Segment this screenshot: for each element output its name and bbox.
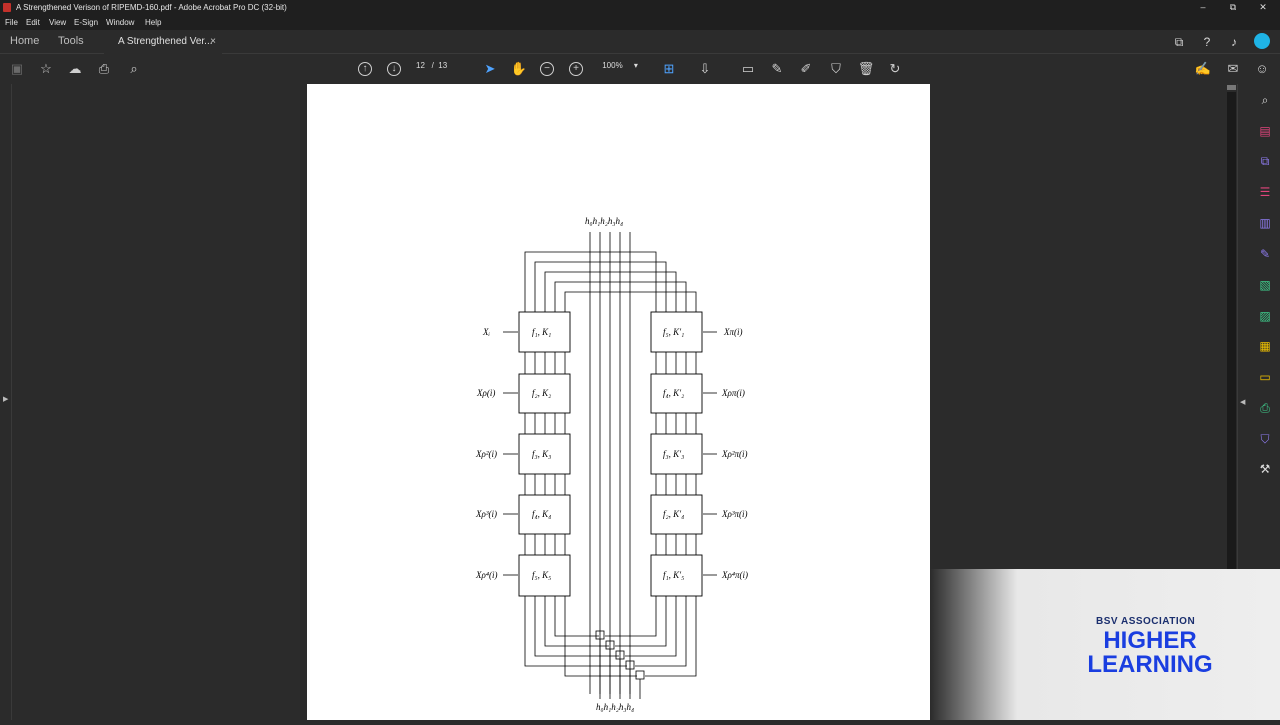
zoom-value[interactable]: 100% bbox=[602, 61, 622, 70]
fit-page-icon[interactable]: ⊞ bbox=[660, 60, 678, 78]
bell-icon[interactable]: ♪ bbox=[1226, 34, 1242, 50]
more-tools-icon[interactable]: ⚒ bbox=[1257, 461, 1273, 477]
upload-cloud-icon[interactable]: ☁ bbox=[66, 60, 84, 78]
rotate-icon[interactable]: ↻ bbox=[886, 60, 904, 78]
hand-tool-icon[interactable]: ✋ bbox=[510, 60, 528, 78]
top-label: h₀h₁h₂h₃h₄ bbox=[585, 216, 623, 226]
tab-close-icon[interactable]: × bbox=[210, 30, 216, 53]
left-input-5: Xρ⁴(i) bbox=[475, 570, 497, 580]
protect-icon[interactable]: ⛉ bbox=[1257, 431, 1273, 447]
fill-sign-icon[interactable]: ✍ bbox=[1194, 60, 1212, 78]
previous-page-icon[interactable]: ↑ bbox=[358, 62, 372, 76]
request-signature-icon[interactable]: ▦ bbox=[1257, 338, 1273, 354]
scroll-up-arrow-icon[interactable] bbox=[1227, 85, 1236, 90]
fill-sign-tool-icon[interactable]: ✎ bbox=[1257, 246, 1273, 262]
right-input-3: Xρ²π(i) bbox=[721, 449, 748, 459]
print-icon[interactable]: ⎙ bbox=[95, 60, 113, 78]
share-user-icon[interactable]: ☺ bbox=[1253, 60, 1271, 78]
tab-document-label: A Strengthened Ver... bbox=[118, 36, 213, 47]
left-box-label-1: f₁, K₁ bbox=[532, 327, 551, 337]
right-input-2: Xρπ(i) bbox=[721, 388, 745, 398]
left-box-label-2: f₂, K₂ bbox=[532, 388, 551, 398]
highlight-pen-icon[interactable]: ✎ bbox=[768, 60, 786, 78]
zoom-search-icon[interactable]: ⌕ bbox=[125, 60, 143, 78]
star-icon[interactable]: ☆ bbox=[37, 60, 55, 78]
stamp-icon[interactable]: ⛉ bbox=[827, 60, 845, 78]
menu-edit[interactable]: Edit bbox=[26, 15, 40, 30]
share-screen-icon[interactable]: ⧉ bbox=[1171, 34, 1187, 50]
comment-icon[interactable]: ▭ bbox=[739, 60, 757, 78]
menu-help[interactable]: Help bbox=[145, 15, 161, 30]
menu-file[interactable]: File bbox=[5, 15, 18, 30]
zoom-out-icon[interactable]: − bbox=[540, 62, 554, 76]
banner-title: HIGHER LEARNING bbox=[1080, 629, 1220, 677]
banner-association: BSV ASSOCIATION bbox=[1096, 616, 1196, 627]
help-icon[interactable]: ? bbox=[1199, 34, 1215, 50]
save-icon[interactable]: ▣ bbox=[8, 60, 26, 78]
scan-ocr-icon[interactable]: ▨ bbox=[1257, 308, 1273, 324]
left-box-label-3: f₃, K₃ bbox=[532, 449, 551, 459]
left-input-2: Xρ(i) bbox=[476, 388, 495, 398]
page-number-box[interactable]: 12 / 13 bbox=[416, 61, 447, 70]
edit-pdf-icon[interactable]: ▥ bbox=[1257, 215, 1273, 231]
combine-files-icon[interactable]: ⧉ bbox=[1257, 153, 1273, 169]
avatar[interactable] bbox=[1254, 33, 1270, 49]
bsv-watermark: BSV ASSOCIATION HIGHER LEARNING bbox=[930, 569, 1280, 720]
title-bar: A Strengthened Verison of RIPEMD-160.pdf… bbox=[0, 0, 1280, 15]
draw-icon[interactable]: ✐ bbox=[797, 60, 815, 78]
delete-icon[interactable]: 🗑 bbox=[857, 60, 875, 78]
right-input-1: Xπ(i) bbox=[723, 327, 743, 337]
email-icon[interactable]: ✉ bbox=[1224, 60, 1242, 78]
right-input-5: Xρ⁴π(i) bbox=[721, 570, 748, 580]
right-box-label-1: f₅, K′₁ bbox=[663, 327, 684, 337]
right-input-4: Xρ³π(i) bbox=[721, 509, 748, 519]
chevron-down-icon[interactable]: ▾ bbox=[634, 61, 638, 70]
print-production-icon[interactable]: ⎙ bbox=[1257, 400, 1273, 416]
page-current[interactable]: 12 bbox=[416, 61, 425, 70]
collapse-right-pane-icon[interactable]: ◀ bbox=[1240, 398, 1245, 406]
restore-button[interactable]: ⧉ bbox=[1216, 0, 1250, 15]
tab-tools[interactable]: Tools bbox=[58, 30, 84, 53]
banner-higher: HIGHER bbox=[1103, 627, 1197, 654]
right-box-label-3: f₃, K′₃ bbox=[663, 449, 684, 459]
zoom-in-icon[interactable]: + bbox=[569, 62, 583, 76]
zoom-dropdown[interactable]: 100% ▾ bbox=[600, 61, 638, 70]
page-total: 13 bbox=[438, 61, 448, 70]
minimize-button[interactable]: – bbox=[1186, 0, 1220, 15]
menu-window[interactable]: Window bbox=[106, 15, 134, 30]
tab-home[interactable]: Home bbox=[10, 30, 39, 53]
comment-tool-icon[interactable]: ▭ bbox=[1257, 369, 1273, 385]
left-input-1: Xᵢ bbox=[482, 327, 490, 337]
right-box-label-5: f₁, K′₅ bbox=[663, 570, 684, 580]
left-box-label-5: f₅, K₅ bbox=[532, 570, 551, 580]
expand-left-pane-icon[interactable]: ▶ bbox=[3, 395, 8, 403]
right-box-label-4: f₂, K′₄ bbox=[663, 509, 684, 519]
pdf-page: h₀h₁h₂h₃h₄ h₀h₁h₂h₃h₄ f₁, K₁ f₂, K₂ f₃, … bbox=[307, 84, 930, 720]
export-pdf-icon[interactable]: ▧ bbox=[1257, 277, 1273, 293]
left-input-4: Xρ³(i) bbox=[475, 509, 497, 519]
left-input-3: Xρ²(i) bbox=[475, 449, 497, 459]
toolbar: ▣ ☆ ☁ ⎙ ⌕ ↑ ↓ ➤ ✋ − + ⊞ ⇩ ▭ ✎ ✐ ⛉ 🗑 ↻ ✍ … bbox=[0, 55, 1280, 84]
menu-view[interactable]: View bbox=[49, 15, 66, 30]
next-page-icon[interactable]: ↓ bbox=[387, 62, 401, 76]
scroll-thumb[interactable] bbox=[1227, 92, 1236, 572]
page-separator: / bbox=[431, 61, 434, 70]
tab-bar: Home Tools A Strengthened Ver... × bbox=[0, 30, 1280, 54]
close-window-button[interactable]: ✕ bbox=[1246, 0, 1280, 15]
acrobat-icon bbox=[3, 3, 11, 12]
left-box-label-4: f₄, K₄ bbox=[532, 509, 551, 519]
ripemd-diagram: h₀h₁h₂h₃h₄ h₀h₁h₂h₃h₄ f₁, K₁ f₂, K₂ f₃, … bbox=[475, 216, 748, 712]
window-title: A Strengthened Verison of RIPEMD-160.pdf… bbox=[16, 3, 287, 12]
right-box-label-2: f₄, K′₂ bbox=[663, 388, 684, 398]
create-pdf-icon[interactable]: ▤ bbox=[1257, 123, 1273, 139]
menu-bar: File Edit View E-Sign Window Help bbox=[0, 15, 1280, 30]
organize-pages-icon[interactable]: ☰ bbox=[1257, 184, 1273, 200]
scroll-mode-icon[interactable]: ⇩ bbox=[696, 60, 714, 78]
tab-document[interactable]: A Strengthened Ver... × bbox=[104, 30, 222, 54]
menu-esign[interactable]: E-Sign bbox=[74, 15, 98, 30]
bottom-label: h₀h₁h₂h₃h₄ bbox=[596, 702, 634, 712]
select-tool-icon[interactable]: ➤ bbox=[481, 60, 499, 78]
search-icon[interactable]: ⌕ bbox=[1257, 92, 1273, 108]
banner-learning: LEARNING bbox=[1087, 651, 1213, 678]
